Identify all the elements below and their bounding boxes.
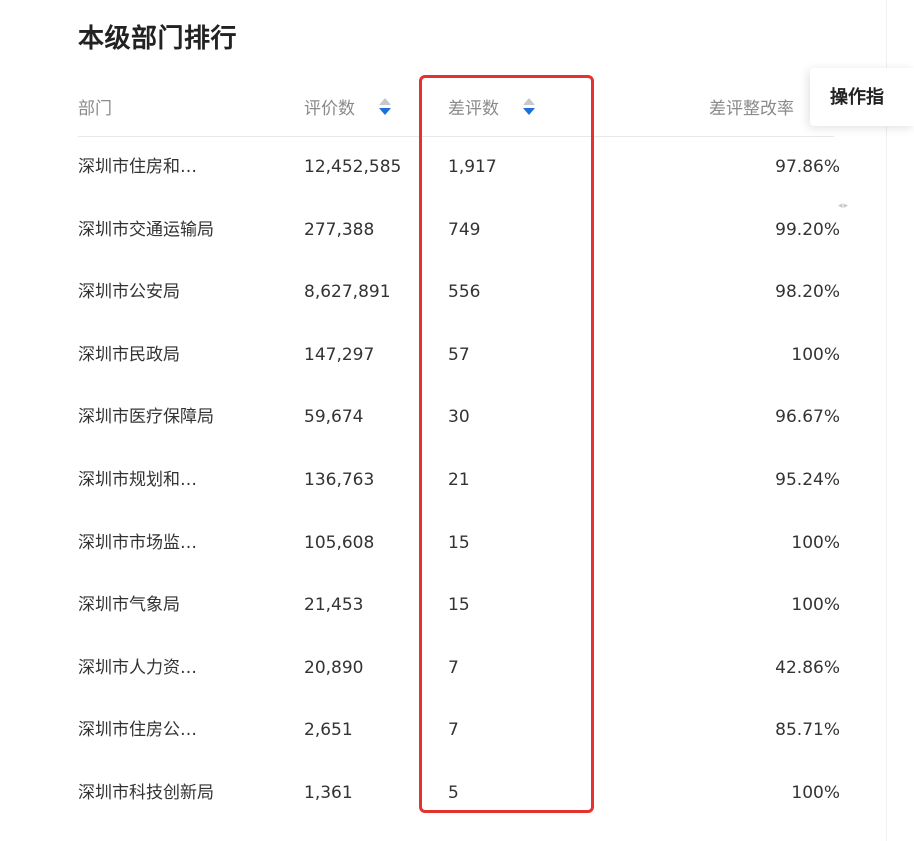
cell-dept: 深圳市气象局 — [78, 595, 180, 616]
table-row[interactable]: 深圳市医疗保障局 59,674 30 96.67% — [78, 386, 840, 449]
column-header-bad-fix-rate: 差评整改率 — [709, 78, 794, 136]
cell-dept: 深圳市规划和… — [78, 469, 197, 490]
cell-dept: 深圳市住房公… — [78, 720, 197, 741]
column-header-bad-fix-rate-label: 差评整改率 — [709, 99, 794, 119]
column-header-eval-count-label: 评价数 — [304, 99, 355, 119]
cell-bad-fix-rate: 96.67% — [775, 407, 840, 428]
cell-bad-fix-rate: 100% — [791, 344, 840, 365]
cell-dept: 深圳市民政局 — [78, 344, 180, 365]
cell-bad-count: 556 — [448, 282, 481, 303]
cell-eval-count: 8,627,891 — [304, 282, 391, 303]
cell-bad-fix-rate: 97.86% — [775, 157, 840, 177]
table-row[interactable]: 深圳市住房和… 12,452,585 1,917 97.86% — [78, 136, 840, 199]
cell-eval-count: 12,452,585 — [304, 157, 402, 177]
cell-bad-fix-rate: 99.20% — [775, 219, 840, 240]
table-header: 部门 评价数 差评数 差评整改率 — [78, 78, 834, 137]
right-panel — [887, 0, 914, 841]
column-header-dept-label: 部门 — [78, 99, 112, 119]
cell-eval-count: 2,651 — [304, 720, 353, 741]
cell-bad-count: 7 — [448, 720, 459, 741]
column-header-bad-count[interactable]: 差评数 — [448, 78, 536, 136]
cell-bad-count: 15 — [448, 595, 470, 616]
cell-dept: 深圳市住房和… — [78, 157, 197, 177]
sort-icon[interactable] — [378, 96, 392, 118]
cell-bad-fix-rate: 100% — [791, 532, 840, 553]
table-row[interactable]: 深圳市市场监… 105,608 15 100% — [78, 512, 840, 575]
table-row[interactable]: 深圳市民政局 147,297 57 100% — [78, 324, 840, 387]
sort-icon[interactable] — [522, 96, 536, 118]
column-header-eval-count[interactable]: 评价数 — [304, 78, 392, 136]
cell-dept: 深圳市公安局 — [78, 282, 180, 303]
table-row[interactable]: 深圳市科技创新局 1,361 5 100% — [78, 762, 840, 825]
sort-ascending-icon[interactable] — [379, 98, 392, 105]
table-row[interactable]: 深圳市人力资… 20,890 7 42.86% — [78, 637, 840, 700]
table-body: 深圳市住房和… 12,452,585 1,917 97.86% 深圳市交通运输局… — [78, 136, 840, 825]
cell-bad-count: 30 — [448, 407, 470, 428]
cell-bad-fix-rate: 100% — [791, 595, 840, 616]
cell-dept: 深圳市人力资… — [78, 657, 197, 678]
ranking-table: 部门 评价数 差评数 差评整改率 深圳市住房和… 12,452,585 1,91… — [0, 0, 914, 841]
cell-bad-count: 1,917 — [448, 157, 497, 177]
cell-bad-fix-rate: 98.20% — [775, 282, 840, 303]
cell-bad-count: 21 — [448, 469, 470, 490]
cell-eval-count: 21,453 — [304, 595, 364, 616]
operation-guide-tab[interactable]: 操作指 — [810, 68, 914, 126]
column-header-dept: 部门 — [78, 78, 112, 136]
cell-bad-fix-rate: 100% — [791, 782, 840, 803]
cell-dept: 深圳市交通运输局 — [78, 219, 214, 240]
operation-guide-tab-label: 操作指 — [830, 87, 884, 108]
resize-handle-icon[interactable]: ◂▸ — [838, 201, 849, 211]
cell-eval-count: 59,674 — [304, 407, 364, 428]
cell-eval-count: 1,361 — [304, 782, 353, 803]
cell-bad-count: 5 — [448, 782, 459, 803]
cell-eval-count: 136,763 — [304, 469, 375, 490]
cell-dept: 深圳市市场监… — [78, 532, 197, 553]
cell-bad-fix-rate: 95.24% — [775, 469, 840, 490]
cell-bad-count: 749 — [448, 219, 481, 240]
sort-ascending-icon[interactable] — [523, 98, 536, 105]
table-row[interactable]: 深圳市公安局 8,627,891 556 98.20% — [78, 261, 840, 324]
cell-eval-count: 105,608 — [304, 532, 375, 553]
cell-dept: 深圳市科技创新局 — [78, 782, 214, 803]
cell-bad-fix-rate: 42.86% — [775, 657, 840, 678]
column-header-bad-count-label: 差评数 — [448, 99, 499, 119]
cell-eval-count: 20,890 — [304, 657, 364, 678]
cell-dept: 深圳市医疗保障局 — [78, 407, 214, 428]
cell-eval-count: 147,297 — [304, 344, 375, 365]
table-row[interactable]: 深圳市住房公… 2,651 7 85.71% — [78, 699, 840, 762]
cell-bad-fix-rate: 85.71% — [775, 720, 840, 741]
cell-eval-count: 277,388 — [304, 219, 375, 240]
table-row[interactable]: 深圳市交通运输局 277,388 749 99.20% — [78, 199, 840, 262]
table-row[interactable]: 深圳市气象局 21,453 15 100% — [78, 574, 840, 637]
cell-bad-count: 7 — [448, 657, 459, 678]
cell-bad-count: 15 — [448, 532, 470, 553]
sort-descending-icon[interactable] — [523, 108, 536, 115]
table-row[interactable]: 深圳市规划和… 136,763 21 95.24% — [78, 449, 840, 512]
sort-descending-icon[interactable] — [379, 108, 392, 115]
cell-bad-count: 57 — [448, 344, 470, 365]
